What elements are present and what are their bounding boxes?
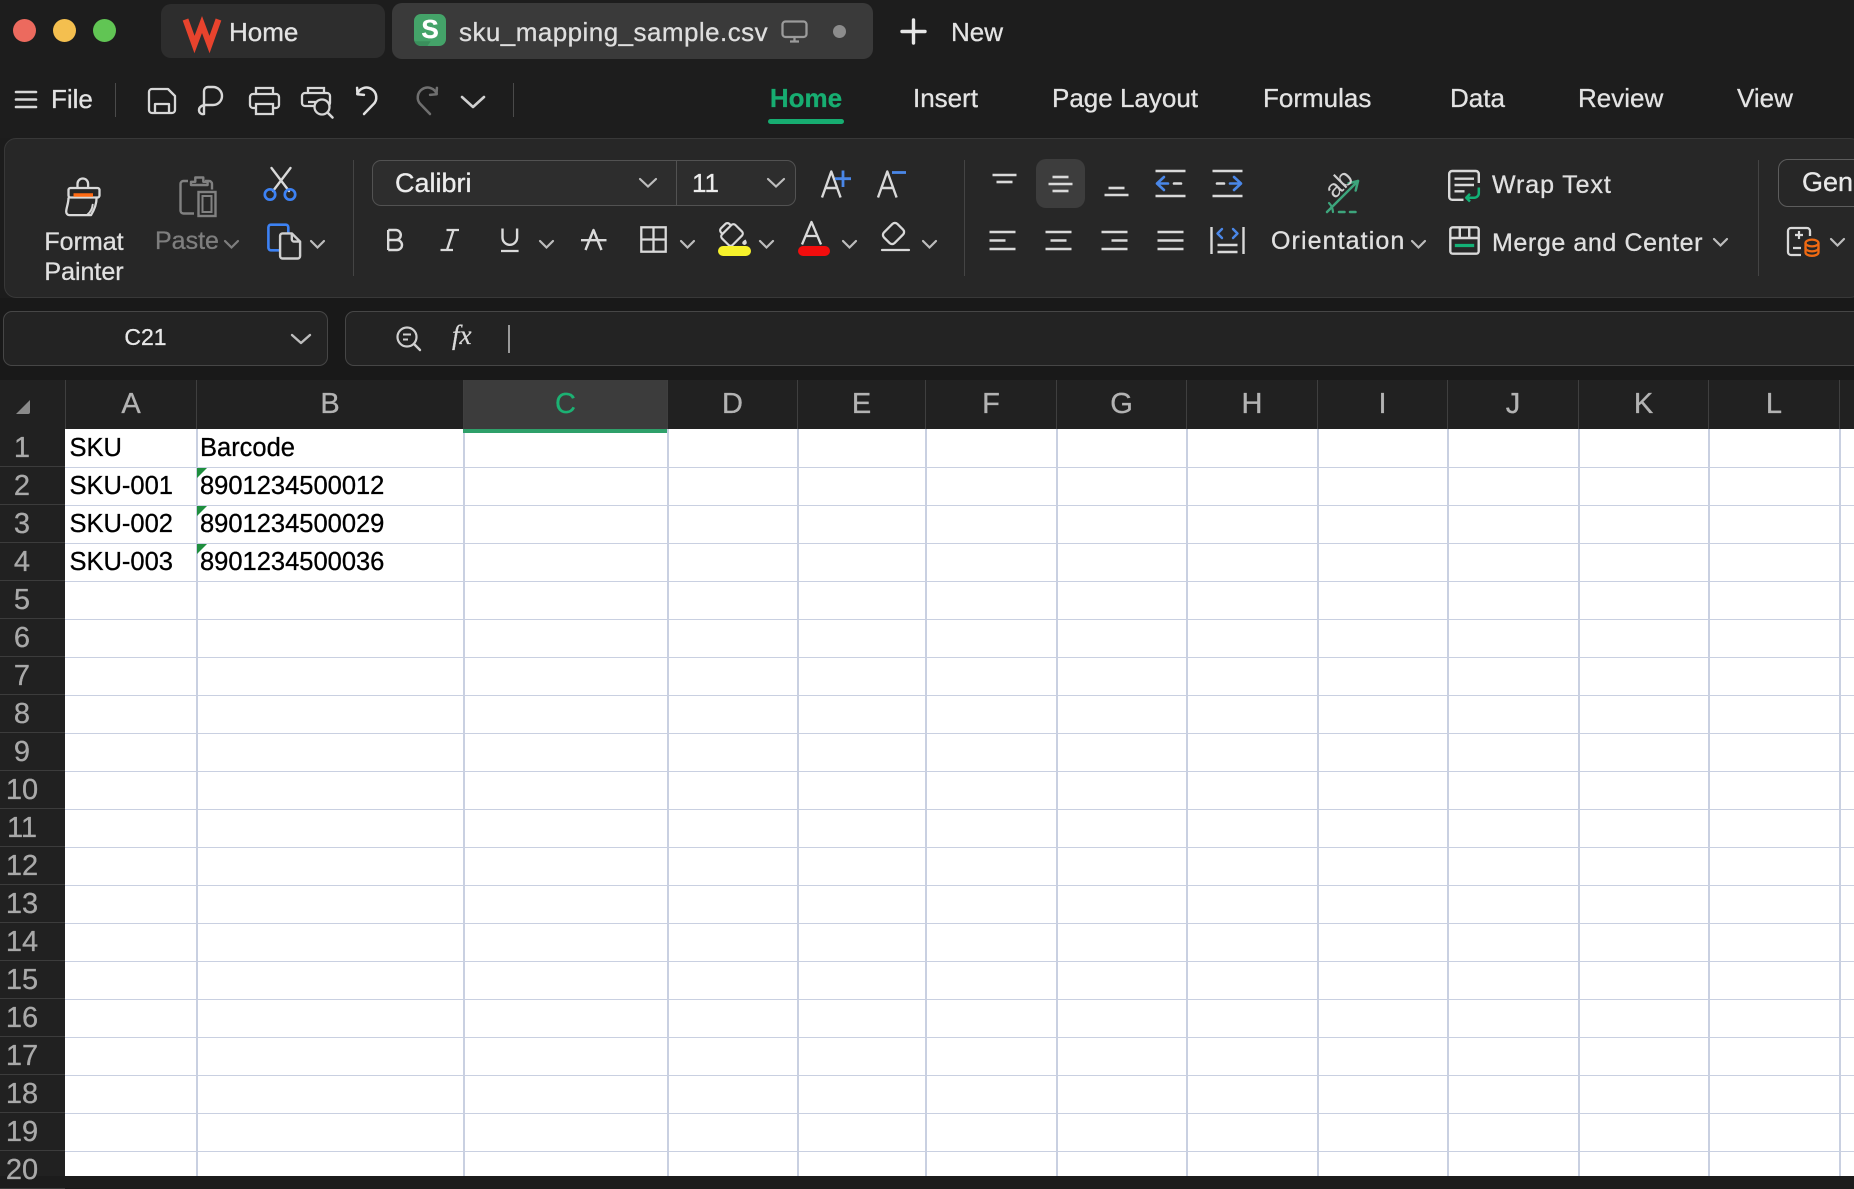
svg-text:ab: ab: [1319, 164, 1358, 203]
